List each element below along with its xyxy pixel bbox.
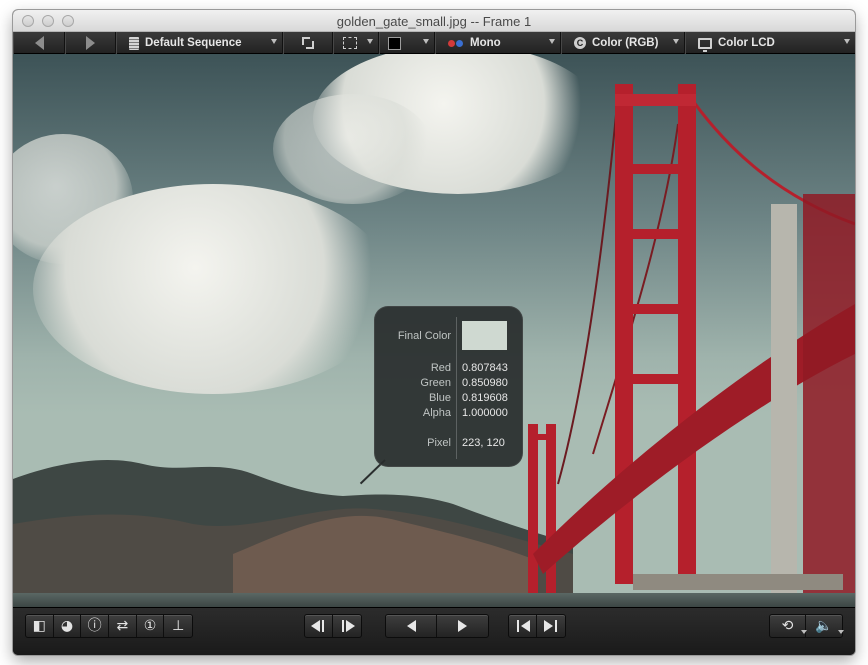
green-label: Green	[420, 377, 451, 389]
alpha-value: 1.000000	[462, 407, 508, 419]
frame-one-button[interactable]: ①	[137, 615, 165, 637]
chevron-down-icon	[423, 39, 429, 44]
background-color-dropdown[interactable]	[379, 32, 435, 54]
cloud-shape	[33, 184, 393, 394]
alpha-label: Alpha	[422, 407, 451, 419]
green-value: 0.850980	[462, 377, 508, 389]
baseline-button[interactable]: ⊥	[164, 615, 192, 637]
blue-value: 0.819608	[462, 392, 508, 404]
arrow-left-icon	[34, 36, 44, 50]
top-toolbar: Default Sequence Mono C Color (RGB) Colo…	[13, 32, 855, 54]
app-window: golden_gate_small.jpg -- Frame 1 Default…	[13, 10, 855, 655]
color-mode-label: Color (RGB)	[592, 37, 659, 49]
chevron-down-icon	[838, 630, 844, 634]
frame-one-icon: ①	[143, 618, 157, 634]
loop-mode-button[interactable]: ⟲	[770, 615, 807, 637]
chevron-down-icon	[549, 39, 555, 44]
document-icon	[129, 36, 139, 50]
forward-button[interactable]	[65, 32, 116, 54]
bottom-controls: ◧ ◕ ⓘ ⇄ ① ⊥ ⟲ 🔈	[13, 607, 855, 655]
window-title: golden_gate_small.jpg -- Frame 1	[336, 14, 532, 29]
channel-dropdown[interactable]: Mono	[435, 32, 561, 54]
color-mode-dropdown[interactable]: C Color (RGB)	[561, 32, 685, 54]
speaker-icon: 🔈	[815, 618, 833, 634]
chevron-down-icon	[367, 39, 373, 44]
bridge-illustration	[528, 84, 855, 594]
final-color-swatch	[462, 321, 507, 350]
display-label: Color LCD	[718, 37, 775, 49]
color-swatch-icon	[388, 36, 401, 50]
color-wheel-icon: ◕	[60, 618, 74, 634]
arrow-right-icon	[86, 36, 95, 50]
display-dropdown[interactable]: Color LCD	[685, 32, 855, 54]
play-group	[385, 614, 489, 638]
red-label: Red	[430, 362, 451, 374]
baseline-icon: ⊥	[172, 618, 185, 634]
step-back-button[interactable]	[305, 615, 333, 637]
step-forward-button[interactable]	[333, 615, 361, 637]
display-icon	[698, 37, 712, 52]
blue-label: Blue	[428, 392, 451, 404]
pixel-value: 223, 120	[462, 437, 505, 449]
step-group	[304, 614, 362, 638]
back-button[interactable]	[13, 32, 65, 54]
info-button[interactable]: ⓘ	[81, 615, 110, 637]
play-backward-button[interactable]	[386, 615, 437, 637]
pixel-info-panel: Final Color Red 0.807843 Green 0.850980 …	[374, 306, 523, 467]
sequence-dropdown[interactable]: Default Sequence	[116, 32, 283, 54]
step-forward-icon	[345, 620, 355, 632]
jump-group	[508, 614, 566, 638]
chevron-down-icon	[673, 39, 679, 44]
play-forward-icon	[458, 620, 467, 632]
play-backward-icon	[406, 620, 416, 632]
red-value: 0.807843	[462, 362, 508, 374]
color-wheel-button[interactable]: ◕	[54, 615, 82, 637]
sidebar-icon: ◧	[32, 618, 46, 634]
image-viewer[interactable]: Final Color Red 0.807843 Green 0.850980 …	[13, 54, 855, 607]
jump-start-icon	[521, 620, 530, 632]
info-divider	[456, 317, 457, 459]
pixel-label: Pixel	[427, 437, 451, 449]
volume-button[interactable]: 🔈	[806, 615, 844, 637]
sidebar-toggle-button[interactable]: ◧	[26, 615, 54, 637]
step-back-icon	[311, 620, 320, 632]
chevron-down-icon	[844, 39, 850, 44]
swap-arrows-icon: ⇄	[116, 618, 129, 634]
left-tool-group: ◧ ◕ ⓘ ⇄ ① ⊥	[25, 614, 193, 638]
info-icon: ⓘ	[87, 618, 102, 634]
play-forward-button[interactable]	[437, 615, 488, 637]
cloud-shape	[273, 94, 433, 204]
sequence-label: Default Sequence	[145, 37, 242, 49]
right-tool-group: ⟲ 🔈	[769, 614, 844, 638]
crop-dropdown[interactable]	[333, 32, 379, 54]
channel-dots-icon	[448, 39, 464, 47]
chevron-down-icon	[271, 39, 277, 44]
jump-end-icon	[543, 620, 553, 632]
final-color-label: Final Color	[397, 330, 451, 342]
title-bar: golden_gate_small.jpg -- Frame 1	[13, 10, 855, 32]
fit-to-window-button[interactable]	[283, 32, 333, 54]
jump-end-button[interactable]	[537, 615, 565, 637]
crop-icon	[343, 37, 357, 49]
fit-to-window-icon	[302, 37, 314, 49]
channel-label: Mono	[470, 37, 501, 49]
loop-icon: ⟲	[781, 618, 794, 634]
jump-start-button[interactable]	[509, 615, 537, 637]
swap-button[interactable]: ⇄	[109, 615, 137, 637]
water-strip	[13, 593, 855, 607]
color-mode-icon: C	[574, 37, 586, 49]
